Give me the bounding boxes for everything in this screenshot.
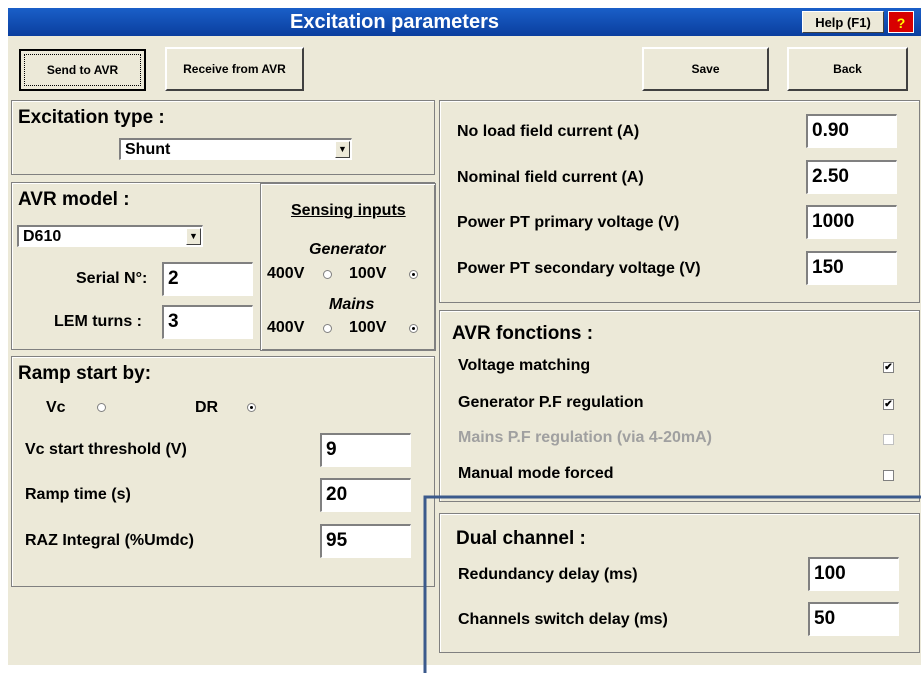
annotation-bracket xyxy=(423,495,921,673)
annotation-bracket-line xyxy=(423,495,921,673)
